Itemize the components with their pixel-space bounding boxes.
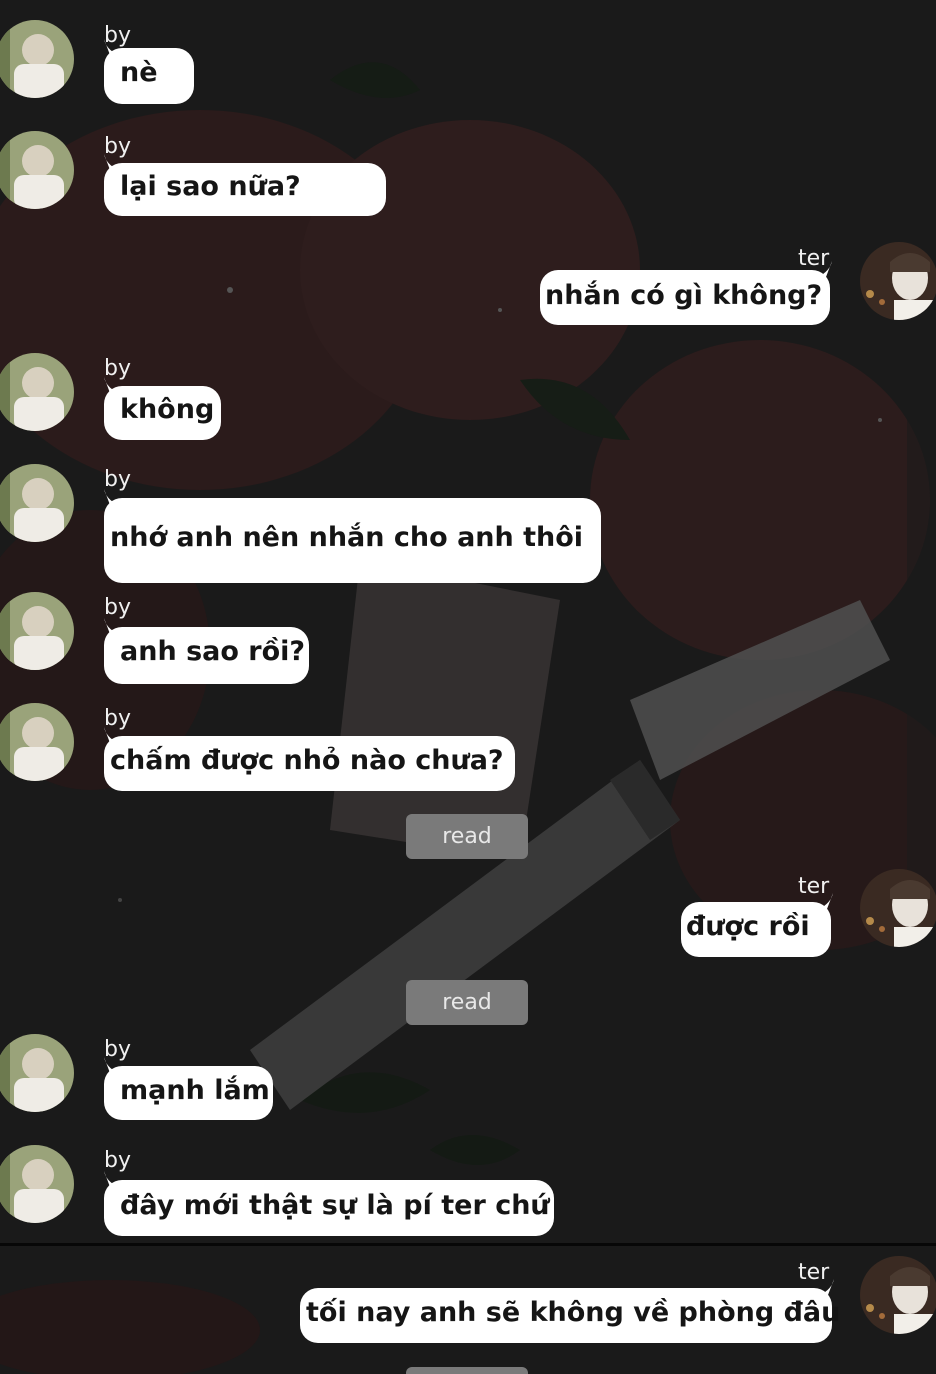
message-text: lại sao nữa?	[120, 171, 301, 202]
message-row: by nè	[0, 20, 936, 110]
bubble-tail-icon	[104, 377, 118, 393]
message-row: by chấm được nhỏ nào chưa?	[0, 703, 936, 793]
message-text: nè	[120, 57, 158, 88]
message-row: by lại sao nữa?	[0, 131, 936, 221]
message-bubble[interactable]: lại sao nữa?	[104, 154, 386, 216]
message-text: tối nay anh sẽ không về phòng đâu	[306, 1297, 841, 1328]
bubble-tail-icon	[104, 1171, 118, 1187]
message-row: ter nhắn có gì không?	[0, 242, 936, 332]
bubble-tail-icon	[104, 489, 118, 505]
bubble-tail-icon	[104, 154, 118, 170]
message-bubble[interactable]: không	[104, 377, 221, 440]
message-text: chấm được nhỏ nào chưa?	[110, 745, 504, 776]
avatar-by[interactable]	[0, 592, 74, 670]
message-bubble[interactable]: mạnh lắm	[104, 1057, 273, 1120]
message-text: anh sao rồi?	[120, 636, 306, 667]
message-text: nhắn có gì không?	[545, 280, 823, 311]
message-bubble[interactable]: nhắn có gì không?	[540, 261, 832, 325]
message-row: by nhớ anh nên nhắn cho anh thôi	[0, 464, 936, 594]
message-bubble[interactable]: nè	[104, 39, 194, 104]
bubble-tail-icon	[819, 893, 833, 909]
screenshot-divider	[0, 1243, 936, 1246]
avatar-by[interactable]	[0, 464, 74, 542]
message-bubble[interactable]: anh sao rồi?	[104, 618, 309, 684]
read-receipt: read	[406, 814, 528, 859]
avatar-by[interactable]	[0, 1145, 74, 1223]
avatar-by[interactable]	[0, 353, 74, 431]
avatar-by[interactable]	[0, 20, 74, 98]
message-bubble[interactable]: nhớ anh nên nhắn cho anh thôi	[104, 489, 601, 583]
bubble-tail-icon	[104, 39, 118, 55]
message-bubble[interactable]: được rồi	[681, 893, 833, 957]
message-text: mạnh lắm	[120, 1075, 270, 1106]
message-row: by anh sao rồi?	[0, 592, 936, 684]
message-text: không	[120, 394, 215, 425]
bubble-tail-icon	[104, 1057, 118, 1073]
message-text: nhớ anh nên nhắn cho anh thôi	[110, 522, 584, 553]
read-receipt: read	[406, 980, 528, 1025]
message-row: ter được rồi	[0, 869, 936, 959]
message-row: ter tối nay anh sẽ không về phòng đâu	[0, 1256, 936, 1356]
bubble-tail-icon	[104, 618, 118, 634]
avatar-ter[interactable]	[860, 1256, 936, 1334]
bubble-tail-icon	[820, 1279, 834, 1295]
avatar-ter[interactable]	[860, 869, 936, 947]
message-text: được rồi	[686, 911, 810, 942]
read-receipt-partial	[406, 1367, 528, 1374]
message-row: by mạnh lắm	[0, 1034, 936, 1124]
message-bubble[interactable]: chấm được nhỏ nào chưa?	[104, 727, 515, 791]
message-bubble[interactable]: đây mới thật sự là pí ter chứ	[104, 1171, 554, 1236]
message-row: by đây mới thật sự là pí ter chứ	[0, 1145, 936, 1241]
avatar-by[interactable]	[0, 1034, 74, 1112]
avatar-by[interactable]	[0, 131, 74, 209]
message-bubble[interactable]: tối nay anh sẽ không về phòng đâu	[300, 1279, 841, 1343]
message-text: đây mới thật sự là pí ter chứ	[120, 1190, 550, 1221]
message-row: by không	[0, 353, 936, 443]
bubble-tail-icon	[818, 261, 832, 277]
avatar-by[interactable]	[0, 703, 74, 781]
bubble-tail-icon	[104, 727, 118, 743]
avatar-ter[interactable]	[860, 242, 936, 320]
